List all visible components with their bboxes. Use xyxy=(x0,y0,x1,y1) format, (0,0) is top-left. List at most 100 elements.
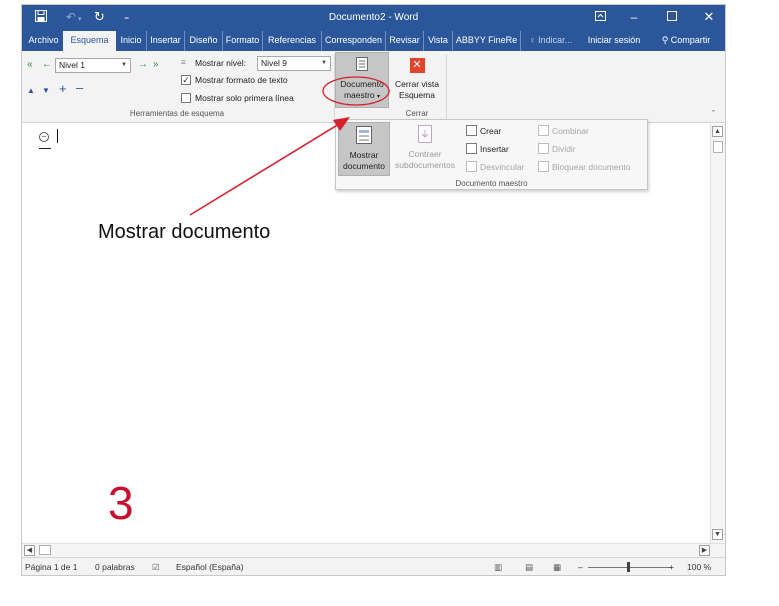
insert-label: Insertar xyxy=(480,144,509,154)
tab-formato[interactable]: Formato xyxy=(222,31,262,51)
ribbon-display-icon[interactable] xyxy=(591,9,609,25)
collapse-ribbon-icon[interactable]: ˆ xyxy=(712,109,715,119)
lock-document-button[interactable]: Bloquear documento xyxy=(538,161,630,172)
tab-esquema[interactable]: Esquema xyxy=(63,31,116,51)
show-text-formatting-label: Mostrar formato de texto xyxy=(195,75,288,85)
web-layout-icon[interactable]: ▦ xyxy=(553,562,561,573)
show-document-icon xyxy=(356,126,372,144)
merge-icon xyxy=(538,125,549,136)
show-level-select[interactable]: Nivel 9 ▼ xyxy=(257,56,331,71)
share-button[interactable]: ⚲ Compartir xyxy=(650,31,722,51)
proofing-icon[interactable]: ☑ xyxy=(152,562,160,573)
close-outline-label-2: Esquema xyxy=(399,90,435,100)
tab-inicio[interactable]: Inicio xyxy=(116,31,146,51)
close-outline-view-button[interactable]: ✕ Cerrar vista Esquema xyxy=(391,52,443,108)
print-layout-icon[interactable]: ▤ xyxy=(525,562,533,573)
tab-referencias[interactable]: Referencias xyxy=(262,31,321,51)
outline-bullet-underline xyxy=(39,148,51,149)
tab-archivo[interactable]: Archivo xyxy=(24,31,63,51)
ribbon-tab-bar: Archivo Esquema Inicio Insertar Diseño F… xyxy=(22,31,725,51)
master-document-label-1: Documento xyxy=(340,79,384,89)
tell-me-text: Indicar... xyxy=(538,35,573,45)
lightbulb-icon: ♀ xyxy=(528,35,536,45)
chevron-down-icon: ▼ xyxy=(321,60,327,66)
create-label: Crear xyxy=(480,126,502,136)
move-up-icon[interactable]: ▲ xyxy=(27,86,35,96)
show-level-value: Nivel 9 xyxy=(261,58,287,68)
demote-icon[interactable]: → xyxy=(138,60,148,70)
expand-icon[interactable]: + xyxy=(59,82,67,95)
create-subdocument-button[interactable]: Crear xyxy=(466,125,501,136)
demote-to-body-icon[interactable]: » xyxy=(153,60,159,70)
close-group-label: Cerrar xyxy=(405,109,429,118)
promote-to-heading-icon[interactable]: « xyxy=(27,60,33,70)
show-first-line-checkbox[interactable] xyxy=(181,93,191,103)
tab-vista[interactable]: Vista xyxy=(423,31,452,51)
collapse-icon[interactable]: – xyxy=(76,81,83,94)
zoom-level[interactable]: 100 % xyxy=(687,562,711,572)
tell-me-box[interactable]: ♀ Indicar... xyxy=(520,31,580,51)
tab-diseno[interactable]: Diseño xyxy=(184,31,222,51)
zoom-in-button[interactable]: + xyxy=(669,562,674,572)
outline-level-select[interactable]: Nivel 1 ▼ xyxy=(55,58,131,73)
scroll-right-icon[interactable]: ▶ xyxy=(699,545,710,556)
zoom-out-button[interactable]: – xyxy=(578,562,583,572)
vertical-scrollbar[interactable]: ▲ ▼ xyxy=(710,124,725,543)
insert-subdocument-button[interactable]: Insertar xyxy=(466,143,509,154)
zoom-slider-thumb[interactable] xyxy=(627,562,630,572)
step-number: 3 xyxy=(108,477,134,529)
maximize-icon[interactable] xyxy=(663,9,681,25)
outline-collapse-icon[interactable]: – xyxy=(39,132,49,142)
show-first-line-label: Mostrar solo primera línea xyxy=(195,93,294,103)
scroll-down-icon[interactable]: ▼ xyxy=(712,529,723,540)
close-icon[interactable]: ✕ xyxy=(700,9,718,25)
unlink-label: Desvincular xyxy=(480,162,525,172)
language-indicator[interactable]: Español (España) xyxy=(176,562,244,572)
zoom-slider-track[interactable] xyxy=(588,567,672,568)
create-icon xyxy=(466,125,477,136)
page-count[interactable]: Página 1 de 1 xyxy=(25,562,77,572)
show-document-label-2: documento xyxy=(342,161,386,171)
split-subdocument-button[interactable]: Dividir xyxy=(538,143,576,154)
collapse-subdocuments-label-1: Contraer xyxy=(408,149,442,159)
show-text-formatting-checkbox[interactable]: ✓ xyxy=(181,75,191,85)
tab-insertar[interactable]: Insertar xyxy=(146,31,184,51)
lock-label: Bloquear documento xyxy=(552,162,631,172)
lock-icon xyxy=(538,161,549,172)
unlink-icon xyxy=(466,161,477,172)
tab-revisar[interactable]: Revisar xyxy=(385,31,423,51)
signin-link[interactable]: Iniciar sesión xyxy=(584,31,644,51)
split-icon xyxy=(538,143,549,154)
move-down-icon[interactable]: ▼ xyxy=(42,86,50,96)
master-document-menu: Mostrar documento Contraer subdocumentos… xyxy=(335,119,648,190)
show-document-button[interactable]: Mostrar documento xyxy=(338,122,390,176)
horizontal-scroll-thumb[interactable] xyxy=(39,545,51,555)
close-outline-icon: ✕ xyxy=(409,58,425,73)
tab-correspondencia[interactable]: Corresponden xyxy=(321,31,385,51)
collapse-subdocuments-button[interactable]: Contraer subdocumentos xyxy=(392,122,458,176)
merge-subdocument-button[interactable]: Combinar xyxy=(538,125,589,136)
scroll-up-icon[interactable]: ▲ xyxy=(712,126,723,137)
promote-icon[interactable]: ← xyxy=(42,60,52,70)
chevron-down-icon: ▼ xyxy=(121,62,127,68)
master-document-icon xyxy=(356,57,368,71)
word-count[interactable]: 0 palabras xyxy=(95,562,135,572)
vertical-scroll-thumb[interactable] xyxy=(713,141,723,153)
minimize-icon[interactable]: – xyxy=(625,9,643,25)
tab-abbyy[interactable]: ABBYY FineRe xyxy=(452,31,520,51)
unlink-subdocument-button[interactable]: Desvincular xyxy=(466,161,524,172)
text-cursor xyxy=(57,129,58,143)
checkmark-icon: ✓ xyxy=(182,75,190,85)
read-mode-icon[interactable]: ▥ xyxy=(494,562,502,573)
close-outline-label-1: Cerrar vista xyxy=(395,79,439,89)
person-icon: ⚲ xyxy=(661,35,669,45)
horizontal-scrollbar[interactable]: ◀ ▶ xyxy=(22,543,725,557)
split-label: Dividir xyxy=(552,144,576,154)
chevron-down-icon: ▾ xyxy=(377,94,381,100)
share-label: Compartir xyxy=(670,35,711,45)
insert-icon xyxy=(466,143,477,154)
scroll-left-icon[interactable]: ◀ xyxy=(24,545,35,556)
master-document-button[interactable]: Documento maestro ▾ xyxy=(335,52,389,108)
master-document-label-2: maestro ▾ xyxy=(343,90,381,100)
show-document-label-1: Mostrar xyxy=(349,150,379,160)
